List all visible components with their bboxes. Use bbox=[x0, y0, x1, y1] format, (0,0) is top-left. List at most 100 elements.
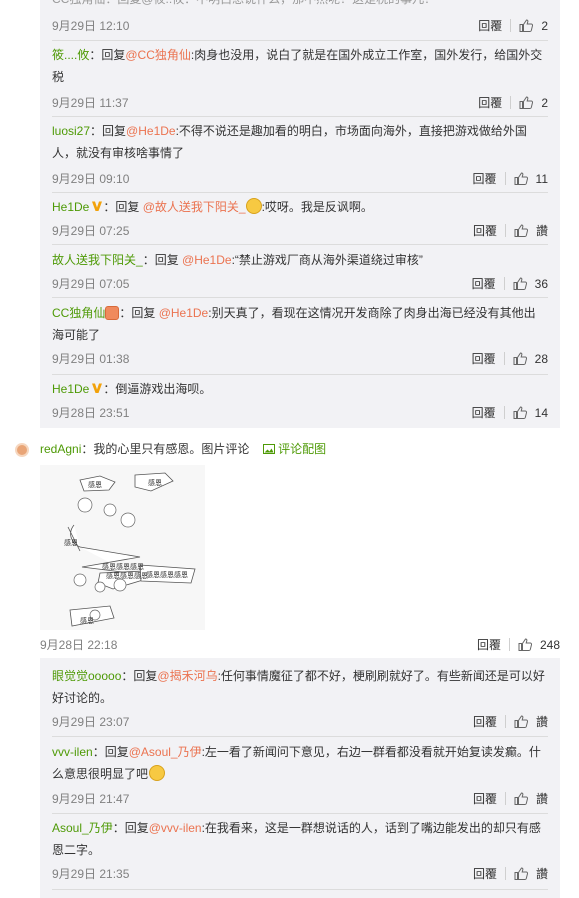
reply-time: 9月29日 23:07 bbox=[52, 715, 130, 729]
reply-username[interactable]: 故人送我下阳关_ bbox=[52, 253, 143, 267]
reply-item: CC独角仙 ：回复 @He1De:别天真了，看现在这情况开发商除了肉身出海已经没有… bbox=[52, 302, 548, 374]
reply-button[interactable]: 回覆 bbox=[478, 94, 502, 111]
reply-body: :肉身也没用，说白了就是在国外成立工作室，国外发行，给国外交 bbox=[190, 48, 543, 62]
thumbs-up-icon[interactable] bbox=[514, 867, 528, 880]
comment-image[interactable]: 感恩 感恩 感恩 感恩感恩感恩 感恩感恩感恩 感恩感恩感恩 感恩 bbox=[40, 465, 205, 630]
reply-button[interactable]: 回覆 bbox=[472, 275, 496, 292]
mention-link[interactable]: @He1De bbox=[126, 124, 176, 138]
mention-link[interactable]: @故人送我下阳关_ bbox=[143, 200, 246, 214]
reply-button[interactable]: 回覆 bbox=[473, 713, 497, 730]
reply-username[interactable]: 眼觉觉ooooo bbox=[52, 669, 121, 683]
reply-body: :不得不说还是趣加看的明白，市场面向海外，直接把游戏做给外国 bbox=[175, 124, 527, 138]
divider bbox=[510, 19, 512, 32]
divider bbox=[52, 244, 548, 245]
vip-badge-icon bbox=[105, 306, 120, 320]
reply-button[interactable]: 回覆 bbox=[477, 636, 501, 653]
thumbs-up-icon[interactable] bbox=[513, 277, 527, 290]
like-label[interactable]: 讚 bbox=[536, 865, 548, 882]
reply-username[interactable]: CC独角仙 bbox=[52, 306, 105, 320]
reply-actions: 回覆 11 bbox=[473, 170, 548, 187]
reply-prefix: ： bbox=[103, 382, 116, 396]
divider bbox=[52, 374, 548, 375]
reply-text: He1De ：倒逼游戏出海呗。 bbox=[52, 378, 548, 400]
reply-text: 筱....攸：回复@CC独角仙:肉身也没用，说白了就是在国外成立工作室，国外发行… bbox=[52, 44, 548, 88]
reply-prefix: ：回复 bbox=[89, 48, 126, 62]
like-label[interactable]: 讚 bbox=[536, 790, 548, 807]
like-label[interactable]: 讚 bbox=[536, 713, 548, 730]
avatar[interactable] bbox=[15, 443, 29, 457]
mention-link[interactable]: @vvv-ilen bbox=[149, 821, 202, 835]
comic-word: 感恩感恩感恩 bbox=[146, 570, 188, 579]
thumbs-up-icon[interactable] bbox=[513, 406, 527, 419]
reply-item: 故人送我下阳关_：回复 @He1De:“禁止游戏厂商从海外渠道绕过审核” 9月2… bbox=[52, 249, 548, 297]
reply-button[interactable]: 回覆 bbox=[473, 790, 497, 807]
reply-body: :别天真了，看现在这情况开发商除了肉身出海已经没有其他出 bbox=[208, 306, 536, 320]
mention-link[interactable]: @Asoul_乃伊 bbox=[129, 745, 202, 759]
mention-link[interactable]: @揭禾河乌 bbox=[157, 669, 217, 683]
reply-thread-panel: 眼觉觉ooooo：回复@揭禾河乌:任何事情魔征了都不好，梗刷刷就好了。有些新闻还… bbox=[40, 658, 560, 898]
like-count: 2 bbox=[541, 95, 548, 110]
reply-button[interactable]: 回覆 bbox=[473, 865, 497, 882]
thumbs-up-icon[interactable] bbox=[513, 352, 527, 365]
reply-username[interactable]: He1De bbox=[52, 200, 89, 214]
divider bbox=[504, 715, 506, 728]
reply-text: 眼觉觉ooooo：回复@揭禾河乌:任何事情魔征了都不好，梗刷刷就好了。有些新闻还… bbox=[52, 665, 548, 709]
reply-actions: 回覆 14 bbox=[472, 404, 548, 421]
comment-actions: 回覆 248 bbox=[477, 636, 560, 653]
reply-prefix: ：回复 bbox=[92, 745, 129, 759]
reply-button[interactable]: 回覆 bbox=[472, 350, 496, 367]
comic-word: 感恩感恩感恩 bbox=[106, 571, 148, 580]
reply-username[interactable]: vvv-ilen bbox=[52, 745, 93, 759]
comic-drawing: 感恩 感恩 感恩 感恩感恩感恩 感恩感恩感恩 感恩感恩感恩 感恩 bbox=[40, 465, 205, 630]
reply-item: He1De ：回复 @故人送我下阳关_:哎呀。我是反讽啊。 9月29日 07:25… bbox=[52, 196, 548, 244]
reply-username[interactable]: luosi27 bbox=[52, 124, 90, 138]
reply-username[interactable]: Asoul_乃伊 bbox=[52, 821, 113, 835]
reply-button[interactable]: 回覆 bbox=[473, 222, 497, 239]
reply-time: 9月29日 07:25 bbox=[52, 224, 130, 238]
thumbs-up-icon[interactable] bbox=[514, 172, 528, 185]
reply-username[interactable]: 筱....攸 bbox=[52, 48, 89, 62]
thumbs-up-icon[interactable] bbox=[514, 224, 528, 237]
thumbs-up-icon[interactable] bbox=[519, 19, 533, 32]
reply-item: 筱....攸：回复@CC独角仙:肉身也没用，说白了就是在国外成立工作室，国外发行… bbox=[52, 44, 548, 116]
like-label[interactable]: 讚 bbox=[536, 222, 548, 239]
divider bbox=[52, 116, 548, 117]
mention-link[interactable]: @CC独角仙 bbox=[125, 48, 191, 62]
comment-time: 9月28日 22:18 bbox=[40, 638, 118, 652]
reply-actions: 回覆 讚 bbox=[473, 865, 548, 882]
verified-v-icon bbox=[91, 382, 103, 394]
thumbs-up-icon[interactable] bbox=[518, 638, 532, 651]
reply-button[interactable]: 回覆 bbox=[473, 170, 497, 187]
thumbs-up-icon[interactable] bbox=[514, 715, 528, 728]
reply-username[interactable]: He1De bbox=[52, 382, 89, 396]
reply-body: :哎呀。我是反讽啊。 bbox=[261, 200, 373, 214]
view-picture-link[interactable]: 评论配图 bbox=[262, 442, 326, 456]
reply-time: 9月28日 23:51 bbox=[52, 406, 130, 420]
reply-thread-panel: CC独角仙：回复@筱..攸：不明白想说什么，那不然呢？这是税的事儿？ 9月29日… bbox=[40, 0, 560, 428]
reply-body: :任何事情魔征了都不好，梗刷刷就好了。有些新闻还是可以好 bbox=[217, 669, 545, 683]
reply-body-cont: 人，就没有审核啥事情了 bbox=[52, 146, 185, 160]
reply-prefix: ：回复 bbox=[90, 124, 127, 138]
reply-item: 眼觉觉ooooo：回复@揭禾河乌:任何事情魔征了都不好，梗刷刷就好了。有些新闻还… bbox=[52, 665, 548, 737]
divider bbox=[504, 172, 506, 185]
mention-link[interactable]: @He1De bbox=[159, 306, 209, 320]
reply-body: :左一看了新闻问下意见，右边一群看都没看就开始复读发癫。什 bbox=[201, 745, 541, 759]
reply-time: 9月29日 01:38 bbox=[52, 352, 130, 366]
reply-body: :“禁止游戏厂商从海外渠道绕过审核” bbox=[231, 253, 423, 267]
comment-username[interactable]: redAgni bbox=[40, 442, 81, 456]
reply-prefix: ：回复 bbox=[121, 669, 158, 683]
reply-text: He1De ：回复 @故人送我下阳关_:哎呀。我是反讽啊。 bbox=[52, 196, 548, 218]
mention-link[interactable]: @He1De bbox=[182, 253, 232, 267]
picture-icon bbox=[262, 444, 275, 454]
reply-button[interactable]: 回覆 bbox=[472, 404, 496, 421]
reply-button[interactable]: 回覆 bbox=[478, 17, 502, 34]
divider bbox=[504, 867, 506, 880]
thumbs-up-icon[interactable] bbox=[514, 792, 528, 805]
reply-actions: 回覆 2 bbox=[478, 17, 548, 34]
comic-word: 感恩 bbox=[88, 480, 102, 489]
reply-actions: 回覆 36 bbox=[472, 275, 548, 292]
thumbs-up-icon[interactable] bbox=[519, 96, 533, 109]
reply-time: 9月29日 21:35 bbox=[52, 867, 130, 881]
comic-word: 感恩 bbox=[148, 478, 162, 487]
divider bbox=[52, 889, 548, 890]
